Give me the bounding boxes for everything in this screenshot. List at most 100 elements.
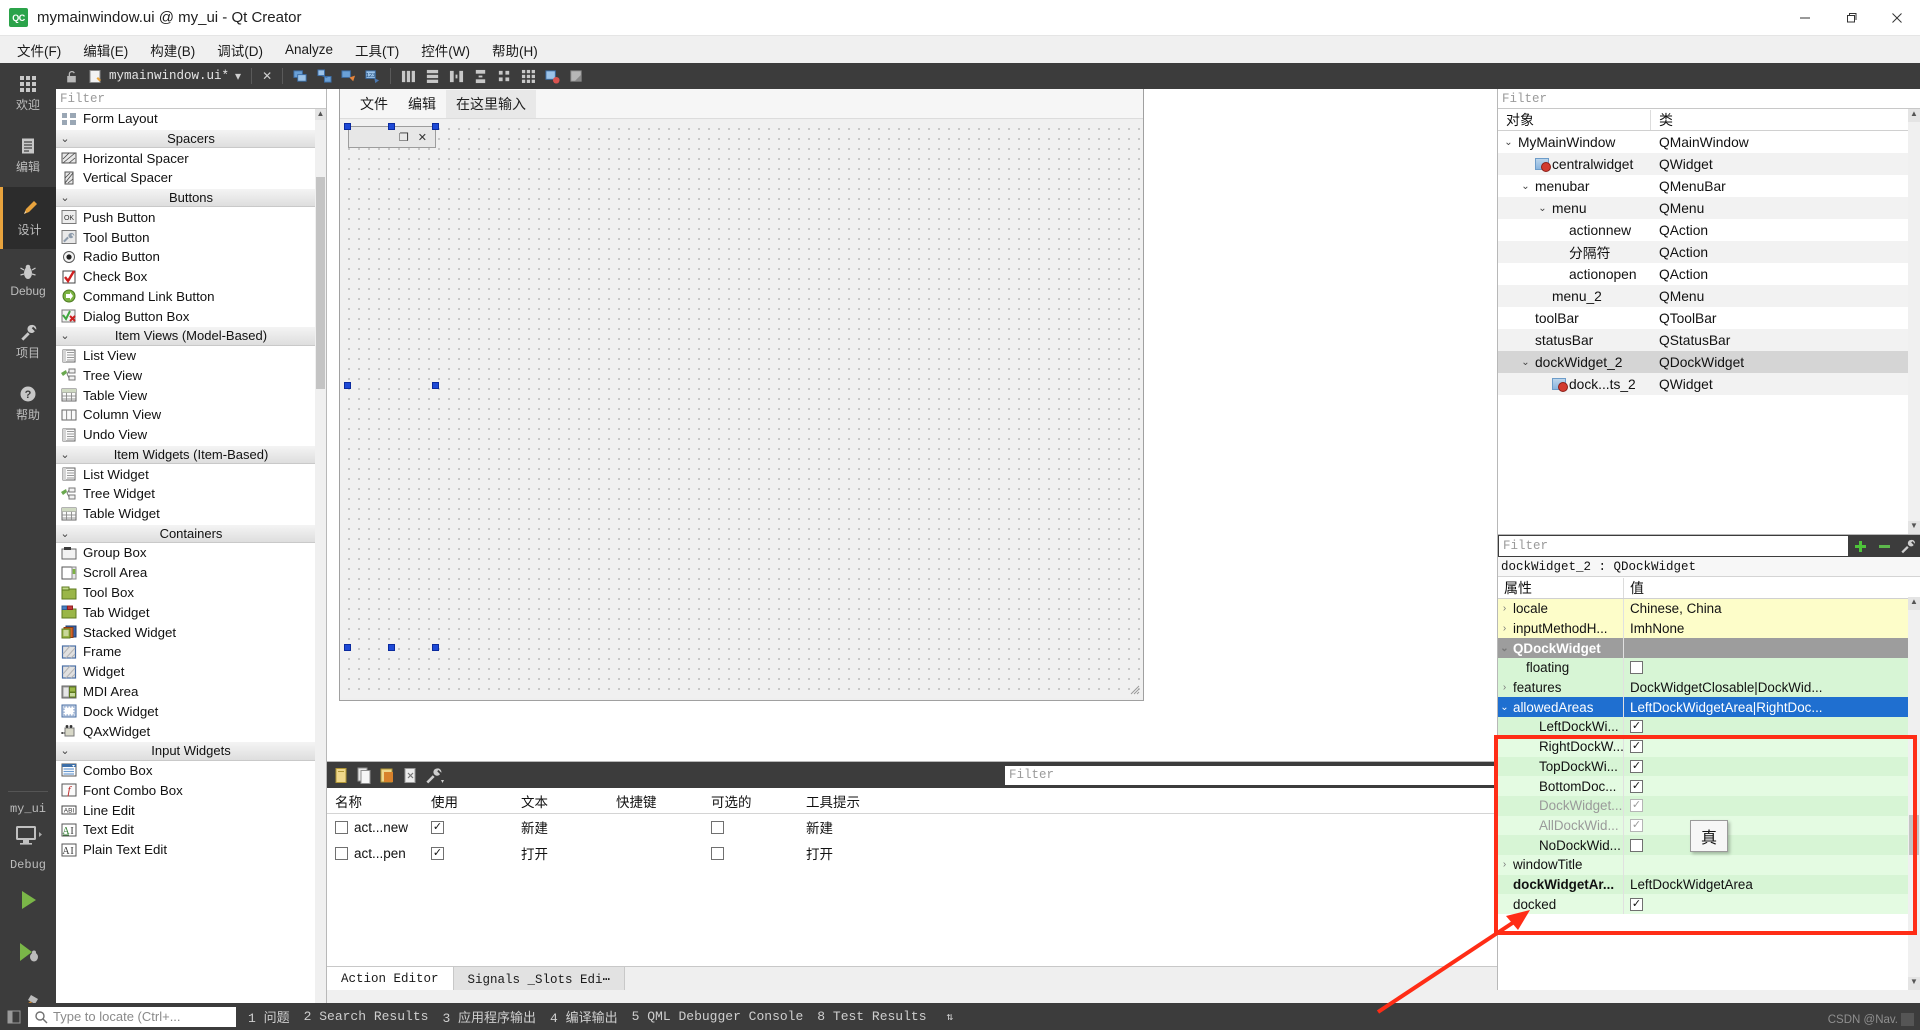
widget-item-dock-widget[interactable]: Dock Widget [56, 701, 326, 721]
plus-icon[interactable] [1848, 535, 1872, 557]
property-row-bottomdoc-[interactable]: BottomDoc... [1498, 776, 1920, 796]
scroll-down-arrow[interactable]: ▼ [1908, 521, 1920, 534]
widget-item-stacked-widget[interactable]: Stacked Widget [56, 622, 326, 642]
widget-box-filter-input[interactable]: Filter [56, 89, 326, 109]
tree-row-menubar[interactable]: ⌄ menubar QMenuBar [1498, 175, 1920, 197]
close-button[interactable] [1874, 0, 1920, 36]
copy-action-icon[interactable] [356, 767, 373, 784]
widget-item-horizontal-spacer[interactable]: Horizontal Spacer [56, 148, 326, 168]
property-row-inputmethodh-[interactable]: › inputMethodH... ImhNone [1498, 618, 1920, 639]
menu-widgets[interactable]: 控件(W) [410, 36, 481, 64]
widget-box-list[interactable]: Form Layout ⌄ Spacers Horizontal Spacer Vert… [56, 109, 326, 1017]
property-row-docked[interactable]: docked [1498, 894, 1920, 914]
minus-icon[interactable] [1872, 535, 1896, 557]
widget-item-line-edit[interactable]: ABI Line Edit [56, 800, 326, 820]
action-used-checkbox[interactable] [431, 820, 444, 834]
property-value-cell[interactable] [1624, 835, 1920, 855]
table-row[interactable]: act...new 新建 新建 [327, 814, 1497, 840]
action-checkable-checkbox[interactable] [711, 846, 724, 860]
scroll-up-arrow[interactable]: ▲ [315, 109, 326, 120]
property-value-cell[interactable]: Chinese, China [1624, 599, 1920, 619]
menu-debug[interactable]: 调试(D) [206, 36, 274, 64]
property-rows[interactable]: › locale Chinese, China › inputMethodH... Imh… [1498, 599, 1920, 914]
property-value-checkbox[interactable] [1630, 779, 1643, 793]
form-menu-bar[interactable]: 文件 编辑 在这里输入 [340, 89, 1143, 119]
widget-category-input-widgets[interactable]: ⌄ Input Widgets [56, 741, 326, 761]
menu-tools[interactable]: 工具(T) [344, 36, 410, 64]
property-row-qdockwidget[interactable]: ⌄ QDockWidget [1498, 638, 1920, 659]
target-selector-button[interactable] [0, 818, 56, 852]
mode-help[interactable]: ? 帮助 [0, 373, 56, 435]
close-document-button[interactable]: ✕ [259, 67, 275, 85]
menu-build[interactable]: 构建(B) [139, 36, 206, 64]
menu-help[interactable]: 帮助(H) [481, 36, 549, 64]
pane-size-toggle[interactable]: ⇅ [947, 1010, 954, 1024]
dock-float-icon[interactable]: ❐ [399, 131, 409, 144]
mode-projects[interactable]: 项目 [0, 311, 56, 373]
widget-item-tool-box[interactable]: Tool Box [56, 583, 326, 603]
edit-signals-slots-icon[interactable] [314, 67, 335, 86]
row-select-checkbox[interactable] [335, 820, 348, 834]
property-value-cell[interactable]: LeftDockWidgetArea [1624, 875, 1920, 895]
menu-file[interactable]: 文件(F) [6, 36, 72, 64]
widget-item-list-widget[interactable]: List Widget [56, 464, 326, 484]
form-main-window[interactable]: 文件 编辑 在这里输入 ❐ ✕ [339, 89, 1144, 701]
widget-box-scrollbar[interactable]: ▲ ▼ [315, 109, 326, 1017]
property-row-locale[interactable]: › locale Chinese, China [1498, 599, 1920, 619]
widget-item-radio-button[interactable]: Radio Button [56, 247, 326, 267]
tree-row-statusbar[interactable]: statusBar QStatusBar [1498, 329, 1920, 351]
form-resize-grip[interactable] [1128, 683, 1140, 695]
selection-handle-tc[interactable] [388, 123, 395, 130]
pane-application-output[interactable]: 3 应用程序输出 [442, 1007, 536, 1026]
form-designer-canvas[interactable]: 文件 编辑 在这里输入 ❐ ✕ [327, 89, 1497, 761]
selection-handle-tr[interactable] [432, 123, 439, 130]
property-value-checkbox[interactable] [1630, 661, 1643, 675]
selection-handle-ml[interactable] [344, 382, 351, 389]
widget-item-scroll-area[interactable]: Scroll Area [56, 563, 326, 583]
lay-out-horizontally-icon[interactable] [398, 67, 419, 86]
edit-tab-order-icon[interactable]: 123 [362, 67, 383, 86]
pane-issues[interactable]: 1 问题 [248, 1007, 290, 1026]
tree-row-menu_2[interactable]: menu_2 QMenu [1498, 285, 1920, 307]
property-value-cell[interactable]: ImhNone [1624, 619, 1920, 639]
minimize-button[interactable] [1782, 0, 1828, 36]
property-value-checkbox[interactable] [1630, 838, 1643, 852]
property-value-checkbox[interactable] [1630, 720, 1643, 734]
tab-signals-slots-editor[interactable]: Signals _Slots Edi⋯ [453, 967, 626, 990]
chevron-down-icon[interactable]: ⌄ [1498, 643, 1511, 654]
chevron-right-icon[interactable]: › [1498, 603, 1511, 614]
tree-row-menu[interactable]: ⌄ menu QMenu [1498, 197, 1920, 219]
property-value-cell[interactable] [1624, 717, 1920, 737]
tree-row-dock-ts_2[interactable]: dock...ts_2 QWidget [1498, 373, 1920, 395]
scroll-thumb[interactable] [316, 177, 325, 389]
mode-debug[interactable]: Debug [0, 249, 56, 311]
property-scrollbar[interactable]: ▲ ▼ [1908, 597, 1920, 990]
property-value-checkbox[interactable] [1630, 897, 1643, 911]
property-value-cell[interactable] [1624, 776, 1920, 796]
widget-item-plain-text-edit[interactable]: A I Plain Text Edit [56, 840, 326, 860]
widget-item-form-layout[interactable]: Form Layout [56, 109, 326, 129]
form-central-widget[interactable]: ❐ ✕ [340, 120, 1143, 698]
tree-row-actionnew[interactable]: actionnew QAction [1498, 219, 1920, 241]
pane-test-results[interactable]: 8 Test Results [817, 1009, 926, 1024]
property-value-cell[interactable] [1624, 796, 1920, 816]
adjust-size-icon[interactable] [566, 67, 587, 86]
widget-item-tab-widget[interactable]: Tab Widget [56, 602, 326, 622]
chevron-right-icon[interactable]: › [1498, 623, 1511, 634]
mode-design[interactable]: 设计 [0, 187, 56, 249]
widget-item-list-view[interactable]: List View [56, 346, 326, 366]
selection-handle-tl[interactable] [344, 123, 351, 130]
tree-row-toolbar[interactable]: toolBar QToolBar [1498, 307, 1920, 329]
chevron-down-icon[interactable]: ⌄ [1536, 203, 1549, 214]
chevron-right-icon[interactable]: › [1498, 682, 1511, 693]
chevron-down-icon[interactable]: ⌄ [1519, 357, 1532, 368]
form-menu-file[interactable]: 文件 [350, 90, 398, 118]
widget-category-item-widgets-item-based[interactable]: ⌄ Item Widgets (Item-Based) [56, 444, 326, 465]
property-value-cell[interactable] [1624, 855, 1920, 875]
widget-item-table-widget[interactable]: Table Widget [56, 504, 326, 524]
maximize-button[interactable] [1828, 0, 1874, 36]
property-value-cell[interactable] [1624, 816, 1920, 836]
selection-handle-bc[interactable] [388, 644, 395, 651]
selection-handle-mr[interactable] [432, 382, 439, 389]
debug-button[interactable] [0, 926, 56, 978]
